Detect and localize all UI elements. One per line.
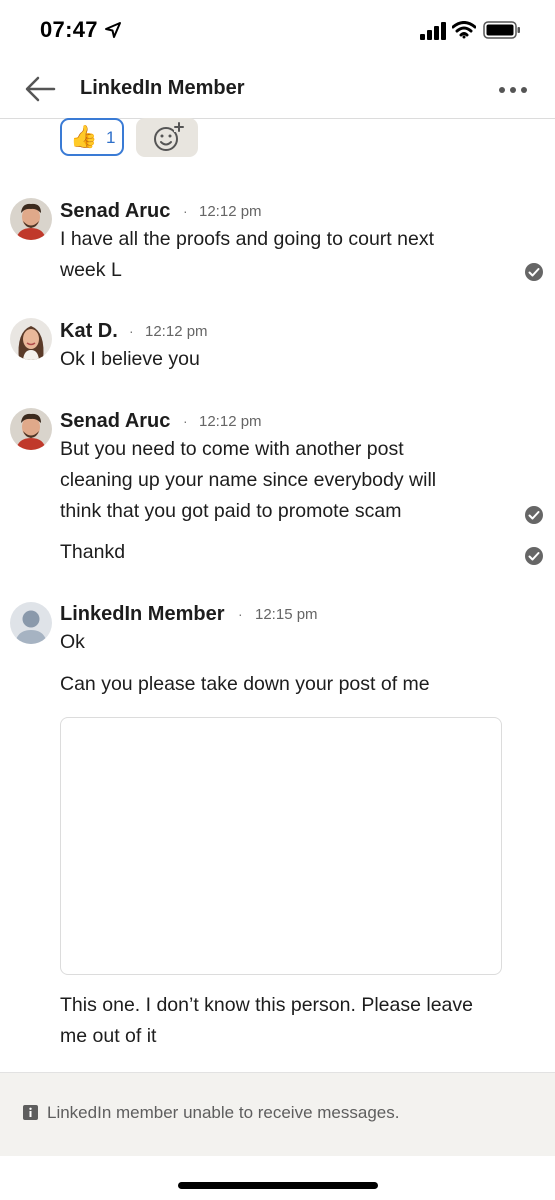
message-text: Thankd [60, 541, 126, 563]
default-avatar-icon [10, 602, 52, 644]
separator-dot: · [183, 203, 188, 219]
add-emoji-icon [154, 122, 184, 151]
cellular-signal-icon [420, 22, 446, 40]
separator-dot: · [129, 323, 134, 339]
attached-image-placeholder[interactable] [60, 717, 502, 975]
more-options-icon[interactable] [498, 86, 528, 94]
message-sender[interactable]: Senad Aruc [60, 200, 170, 223]
avatar-image [10, 318, 52, 360]
message-text: But you need to come with another post c… [60, 434, 436, 527]
separator-dot: · [238, 606, 243, 622]
message-line: cleaning up your name since everybody wi… [60, 469, 437, 491]
read-receipt-icon [525, 547, 543, 565]
message-text: Can you please take down your post of me [60, 673, 430, 695]
message-text: I have all the proofs and going to court… [60, 224, 434, 286]
thumbs-up-reaction-button[interactable]: 👍 1 [60, 118, 124, 156]
home-indicator-area [0, 1156, 555, 1200]
separator-dot: · [183, 413, 188, 429]
message-line: Ok I believe you [60, 348, 200, 370]
message-sender[interactable]: Senad Aruc [60, 410, 170, 433]
message-sender[interactable]: LinkedIn Member [60, 603, 224, 626]
message-line: But you need to come with another post [60, 438, 404, 460]
thumbs-up-icon: 👍 [70, 124, 98, 149]
read-receipt-icon [525, 506, 543, 524]
message-text: Ok [60, 627, 85, 658]
location-arrow-icon [105, 22, 121, 38]
message-line: me out of it [60, 1025, 157, 1047]
message-line: think that you got paid to promote scam [60, 500, 402, 522]
read-receipt-icon [525, 263, 543, 281]
avatar-senad-aruc[interactable] [10, 198, 52, 240]
notice-text: LinkedIn member unable to receive messag… [47, 1103, 400, 1122]
conversation-header: LinkedIn Member [0, 62, 555, 119]
avatar-senad-aruc[interactable] [10, 408, 52, 450]
message-time: 12:12 pm [145, 323, 208, 340]
avatar-linkedin-member[interactable] [10, 602, 52, 644]
message-line: Ok [60, 631, 85, 653]
message-text: This one. I don’t know this person. Plea… [60, 990, 473, 1052]
add-reaction-button[interactable] [136, 118, 198, 157]
message-time: 12:12 pm [199, 413, 262, 430]
message-line: I have all the proofs and going to court… [60, 228, 434, 250]
back-arrow-icon[interactable] [24, 75, 56, 103]
home-indicator[interactable] [178, 1182, 378, 1189]
reaction-count: 1 [106, 128, 116, 147]
info-icon [23, 1105, 38, 1120]
message-text: Ok I believe you [60, 344, 200, 375]
status-bar: 07:47 [0, 0, 555, 62]
battery-icon [483, 21, 520, 39]
avatar-kat-d[interactable] [10, 318, 52, 360]
status-time: 07:47 [40, 17, 98, 42]
message-line: week L [60, 259, 122, 281]
messaging-disabled-notice: LinkedIn member unable to receive messag… [0, 1072, 555, 1157]
message-time: 12:12 pm [199, 203, 262, 220]
avatar-image [10, 198, 52, 240]
avatar-image [10, 408, 52, 450]
wifi-icon [452, 21, 476, 39]
conversation-title[interactable]: LinkedIn Member [80, 77, 244, 100]
message-time: 12:15 pm [255, 606, 318, 623]
message-sender[interactable]: Kat D. [60, 320, 118, 343]
message-line: This one. I don’t know this person. Plea… [60, 994, 473, 1016]
